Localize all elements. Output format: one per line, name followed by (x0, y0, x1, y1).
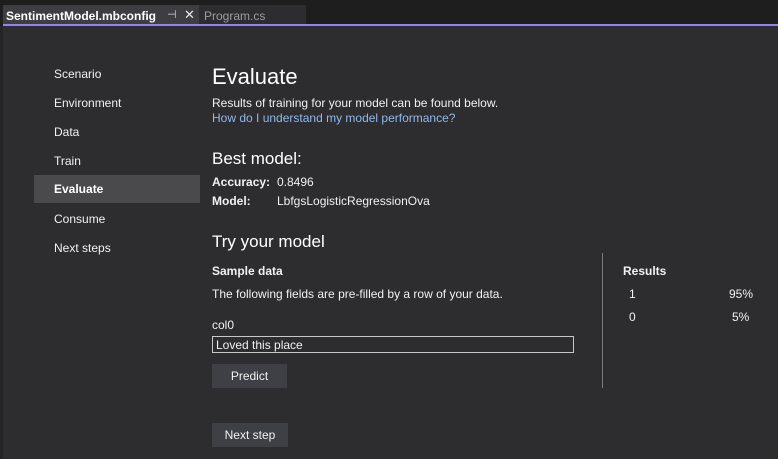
model-builder-panel: Scenario Environment Data Train Evaluate… (3, 26, 778, 459)
result-label: 0 (629, 310, 636, 324)
col0-label: col0 (212, 318, 235, 332)
results-heading: Results (623, 264, 667, 278)
model-performance-help-link[interactable]: How do I understand my model performance… (212, 111, 455, 125)
model-value: LbfgsLogisticRegressionOva (277, 194, 430, 208)
accuracy-value: 0.8496 (277, 175, 314, 189)
close-icon[interactable]: ✕ (184, 7, 195, 23)
pin-icon[interactable]: ⊣ (167, 8, 177, 21)
sidebar-item-environment[interactable]: Environment (34, 89, 200, 117)
sidebar-item-evaluate[interactable]: Evaluate (34, 175, 200, 203)
tab-program-cs[interactable]: Program.cs (199, 5, 306, 26)
tab-label: SentimentModel.mbconfig (6, 8, 156, 23)
results-divider (602, 253, 603, 388)
col0-input[interactable] (212, 336, 574, 353)
result-value: 95% (729, 287, 754, 301)
sidebar-item-next-steps[interactable]: Next steps (34, 234, 200, 262)
tab-label: Program.cs (204, 8, 266, 23)
sample-data-description: The following fields are pre-filled by a… (212, 287, 503, 301)
try-model-heading: Try your model (212, 232, 325, 251)
sidebar-item-data[interactable]: Data (34, 118, 200, 146)
tab-sentimentmodel-mbconfig[interactable]: SentimentModel.mbconfig ⊣ ✕ (3, 5, 199, 26)
best-model-heading: Best model: (212, 149, 302, 168)
evaluate-description: Results of training for your model can b… (212, 96, 499, 110)
sidebar-item-train[interactable]: Train (34, 147, 200, 175)
sidebar-item-consume[interactable]: Consume (34, 205, 200, 233)
sidebar-item-scenario[interactable]: Scenario (34, 60, 200, 88)
next-step-button[interactable]: Next step (212, 423, 288, 447)
result-value: 5% (732, 310, 750, 324)
predict-button[interactable]: Predict (212, 364, 287, 388)
sample-data-heading: Sample data (212, 264, 283, 278)
document-tab-strip: SentimentModel.mbconfig ⊣ ✕ Program.cs (0, 0, 778, 26)
result-label: 1 (629, 287, 636, 301)
model-label: Model: (212, 194, 251, 208)
page-title: Evaluate (212, 64, 298, 89)
accuracy-label: Accuracy: (212, 175, 271, 189)
